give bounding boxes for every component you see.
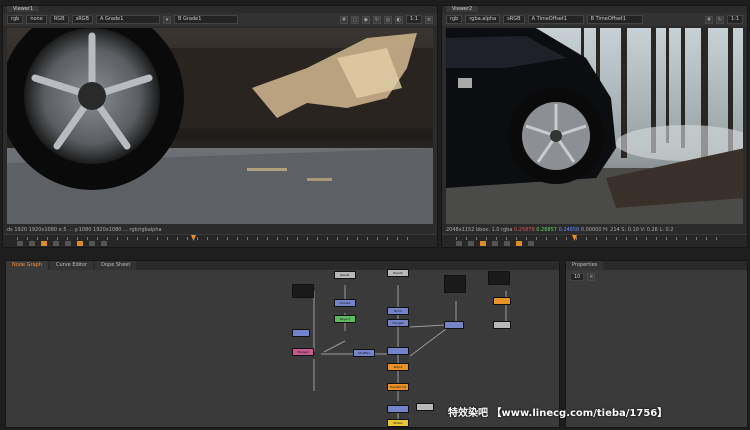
prev-frame-icon[interactable]: [480, 240, 486, 246]
node-generic[interactable]: [493, 321, 511, 329]
refresh-icon[interactable]: ↻: [372, 15, 381, 24]
play-icon[interactable]: [65, 240, 71, 246]
pixel-info-red: 0.25879: [514, 227, 535, 233]
node-read-2[interactable]: Read2: [387, 269, 409, 277]
play-icon[interactable]: [504, 240, 510, 246]
wipe-icon[interactable]: ▾: [162, 15, 171, 24]
properties-toolbar: 10 ×: [570, 273, 596, 281]
node-generic[interactable]: [493, 297, 511, 305]
lock-icon[interactable]: ◉: [361, 15, 370, 24]
node-generic[interactable]: [416, 403, 434, 411]
pixel-info-bar: 2048x1152 bbox: 1.0 rgba 0.25879 0.26857…: [446, 226, 743, 234]
menu-icon[interactable]: ≡: [425, 15, 433, 24]
alpha-dropdown[interactable]: none: [26, 15, 47, 24]
node-keyer-1[interactable]: Keyer1: [334, 315, 356, 323]
read-node-thumbnail[interactable]: [488, 271, 510, 285]
lut-dropdown[interactable]: sRGB: [71, 15, 93, 24]
car-forest-shot: [446, 28, 743, 224]
node-generic[interactable]: [387, 405, 409, 413]
pixel-info-blue: 0.24658: [558, 227, 580, 233]
viewer-toolbar: rgb rgba.alpha sRGB A TimeOffset1 B Time…: [442, 13, 747, 26]
grid-icon[interactable]: #: [704, 15, 713, 24]
viewer-timeline[interactable]: [442, 234, 747, 247]
viewer-left: Viewer1 rgb none RGB sRGB A Grade1 ▾ B G…: [2, 5, 438, 248]
zoom-dropdown[interactable]: 1:1: [726, 15, 743, 24]
channels-dropdown[interactable]: rgb: [7, 15, 24, 24]
viewer-image-wheel-debris[interactable]: [7, 28, 433, 224]
read-node-thumbnail[interactable]: [292, 284, 314, 298]
input-a-dropdown[interactable]: A Grade1: [95, 15, 160, 24]
input-b-dropdown[interactable]: B Grade1: [173, 15, 238, 24]
node-merge-2[interactable]: Merge2: [292, 348, 314, 356]
node-generic[interactable]: [387, 347, 409, 355]
node-generic[interactable]: [444, 321, 464, 329]
pixel-info-green: 0.26857: [536, 227, 557, 233]
lut-dropdown[interactable]: sRGB: [503, 15, 525, 24]
next-key-icon[interactable]: [89, 240, 95, 246]
node-generic[interactable]: [292, 329, 310, 337]
car-wheel-shot: [7, 28, 433, 224]
play-back-icon[interactable]: [53, 240, 59, 246]
node-read-1[interactable]: Read1: [334, 271, 356, 279]
viewer-tab[interactable]: Viewer2: [446, 6, 479, 12]
prev-key-icon[interactable]: [29, 240, 35, 246]
read-node-thumbnail[interactable]: [444, 275, 466, 293]
playback-controls: [17, 240, 433, 246]
next-key-icon[interactable]: [528, 240, 534, 246]
viewer-timeline[interactable]: [3, 234, 437, 247]
pixel-info-prefix: 2048x1152 bbox: 1.0 rgba: [446, 227, 513, 233]
channels-dropdown[interactable]: rgb: [446, 15, 463, 24]
node-merge-1[interactable]: Merge1: [387, 319, 409, 327]
viewer-tab[interactable]: Viewer1: [7, 6, 40, 12]
node-graph-panel[interactable]: Node Graph Curve Editor Dope Sheet Read1: [5, 260, 560, 428]
last-frame-icon[interactable]: [101, 240, 107, 246]
node-connections: [313, 285, 507, 426]
node-roto-1[interactable]: Roto1: [387, 363, 409, 371]
properties-panel: Properties 10 ×: [565, 260, 748, 428]
viewer-toolbar: rgb none RGB sRGB A Grade1 ▾ B Grade1 # …: [3, 13, 437, 26]
viewer-right: Viewer2 rgb rgba.alpha sRGB A TimeOffset…: [441, 5, 748, 248]
alpha-dropdown[interactable]: rgba.alpha: [465, 15, 501, 24]
play-back-icon[interactable]: [492, 240, 498, 246]
clipping-icon[interactable]: ◐: [394, 15, 403, 24]
node-write-1[interactable]: Write1: [387, 419, 409, 427]
playback-controls: [456, 240, 743, 246]
grid-icon[interactable]: #: [339, 15, 348, 24]
properties-count-field[interactable]: 10: [570, 273, 585, 281]
first-frame-icon[interactable]: [456, 240, 462, 246]
viewer-info-bar: ds 1920 1920x1080 x:5 ... y:1080 1920x10…: [7, 227, 162, 233]
node-shuffle-1[interactable]: Shuffle1: [353, 349, 375, 357]
roi-icon[interactable]: ▢: [350, 15, 359, 24]
node-blur-1[interactable]: Blur1: [387, 307, 409, 315]
next-frame-icon[interactable]: [516, 240, 522, 246]
refresh-icon[interactable]: ↻: [715, 15, 724, 24]
node-grade-1[interactable]: Grade1: [334, 299, 356, 307]
watermark-text: 特效染吧 【www.linecg.com/tieba/1756】: [448, 408, 668, 419]
first-frame-icon[interactable]: [17, 240, 23, 246]
properties-tabs: Properties: [566, 261, 747, 270]
colorspace-dropdown[interactable]: RGB: [49, 15, 69, 24]
pixel-info-suffix: 0.00000 H: 214 S: 0.10 V: 0.26 L: 0.2: [580, 227, 674, 233]
input-b-dropdown[interactable]: B TimeOffset1: [586, 15, 643, 24]
node-transform-1[interactable]: Transform1: [387, 383, 409, 391]
clear-panels-icon[interactable]: ×: [587, 273, 596, 281]
viewer-image-car-forest[interactable]: [446, 28, 743, 224]
tab-properties[interactable]: Properties: [566, 261, 604, 270]
prev-key-icon[interactable]: [468, 240, 474, 246]
next-frame-icon[interactable]: [77, 240, 83, 246]
cache-icon[interactable]: ◎: [383, 15, 392, 24]
prev-frame-icon[interactable]: [41, 240, 47, 246]
zoom-dropdown[interactable]: 1:1: [405, 15, 422, 24]
input-a-dropdown[interactable]: A TimeOffset1: [527, 15, 584, 24]
